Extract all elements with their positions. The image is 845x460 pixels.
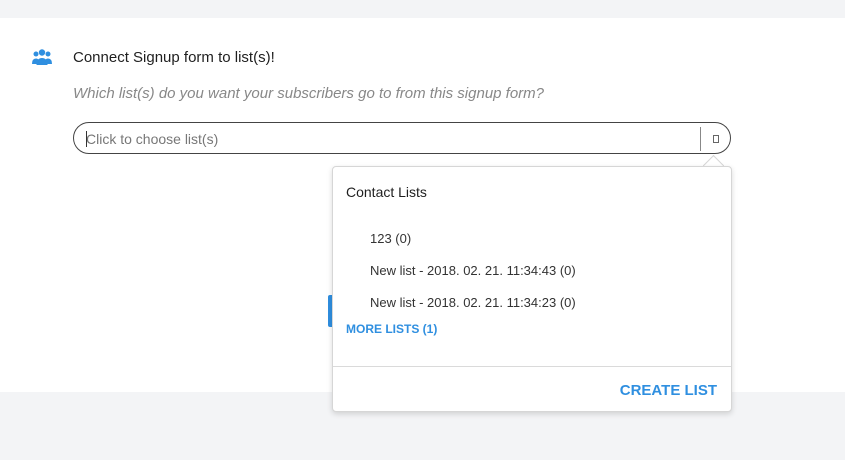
- top-strip: [0, 0, 845, 18]
- list-select-input[interactable]: Click to choose list(s): [73, 122, 731, 154]
- create-list-button[interactable]: CREATE LIST: [620, 382, 717, 399]
- list-item[interactable]: New list - 2018. 02. 21. 11:34:23 (0): [370, 295, 576, 310]
- users-icon: [32, 49, 52, 65]
- more-lists-link[interactable]: MORE LISTS (1): [346, 322, 437, 336]
- dropdown-toggle-icon[interactable]: [713, 135, 719, 143]
- list-select-placeholder: Click to choose list(s): [86, 131, 219, 147]
- select-divider: [700, 127, 701, 151]
- dropdown-title: Contact Lists: [346, 184, 427, 200]
- contact-lists-dropdown: Contact Lists 123 (0) New list - 2018. 0…: [332, 166, 732, 412]
- text-caret: [86, 131, 87, 147]
- list-item[interactable]: New list - 2018. 02. 21. 11:34:43 (0): [370, 263, 576, 278]
- dropdown-divider: [333, 366, 731, 367]
- section-subtitle: Which list(s) do you want your subscribe…: [73, 85, 545, 102]
- section-title: Connect Signup form to list(s)!: [73, 49, 275, 66]
- list-item[interactable]: 123 (0): [370, 231, 411, 246]
